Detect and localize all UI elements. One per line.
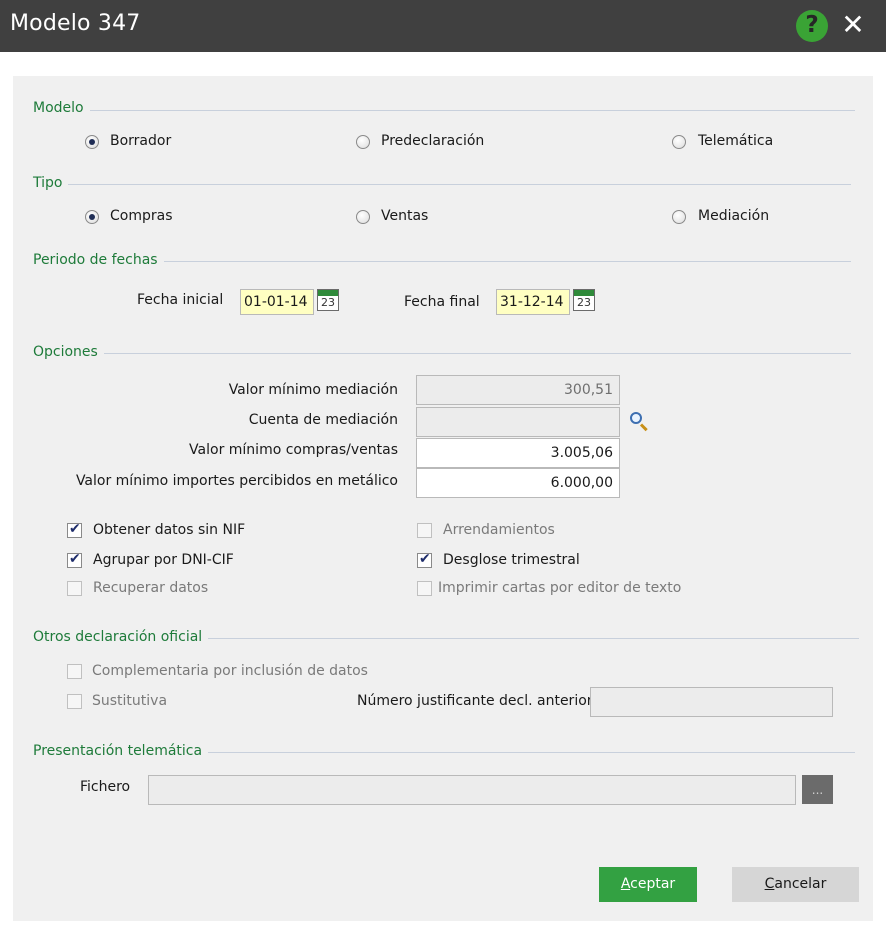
checkbox-recuperar-datos xyxy=(67,581,82,596)
valor-minimo-metalico-field[interactable]: 6.000,00 xyxy=(416,468,620,498)
fecha-final-input[interactable]: 31-12-14 xyxy=(496,289,570,315)
aceptar-mnemonic: A xyxy=(620,876,631,892)
radio-ventas-label[interactable]: Ventas xyxy=(381,208,428,224)
cancelar-mnemonic: C xyxy=(764,876,775,892)
cancelar-button[interactable]: Cancelar xyxy=(732,867,859,902)
checkbox-agrupar-dni-cif-label[interactable]: Agrupar por DNI-CIF xyxy=(93,552,234,568)
browse-file-button[interactable]: ... xyxy=(802,775,833,804)
modelo-divider xyxy=(33,110,855,111)
aceptar-label: ceptar xyxy=(630,876,676,892)
help-icon[interactable]: ? xyxy=(796,10,828,42)
opciones-divider xyxy=(33,353,851,354)
checkbox-agrupar-dni-cif[interactable] xyxy=(67,551,82,568)
calendar-day: 23 xyxy=(577,296,591,309)
fecha-inicial-input[interactable]: 01-01-14 xyxy=(240,289,314,315)
numero-justificante-label: Número justificante decl. anterior xyxy=(357,693,593,709)
valor-minimo-compras-field[interactable]: 3.005,06 xyxy=(416,438,620,468)
checkbox-desglose-trimestral-label[interactable]: Desglose trimestral xyxy=(443,552,580,568)
title-bar: Modelo 347 ? ✕ xyxy=(0,0,886,52)
valor-minimo-mediacion-label: Valor mínimo mediación xyxy=(228,382,398,398)
checkbox-sustitutiva xyxy=(67,694,82,709)
fichero-field xyxy=(148,775,796,805)
aceptar-button[interactable]: Aceptar xyxy=(599,867,697,902)
fecha-final-label: Fecha final xyxy=(404,294,480,310)
numero-justificante-field xyxy=(590,687,833,717)
checkbox-complementaria-label: Complementaria por inclusión de datos xyxy=(92,663,368,679)
otros-section-title: Otros declaración oficial xyxy=(33,629,209,645)
radio-borrador-label[interactable]: Borrador xyxy=(110,133,171,149)
valor-minimo-compras-label: Valor mínimo compras/ventas xyxy=(189,442,398,458)
fecha-inicial-label: Fecha inicial xyxy=(137,292,224,308)
tipo-section-title: Tipo xyxy=(33,175,69,191)
search-icon[interactable] xyxy=(628,410,650,432)
presentacion-section-title: Presentación telemática xyxy=(33,743,209,759)
checkbox-obtener-datos-sin-nif[interactable] xyxy=(67,521,82,538)
calendar-icon-final[interactable]: 23 xyxy=(573,289,595,311)
radio-mediacion-label[interactable]: Mediación xyxy=(698,208,769,224)
radio-predeclaracion-label[interactable]: Predeclaración xyxy=(381,133,484,149)
calendar-day: 23 xyxy=(321,296,335,309)
close-icon[interactable]: ✕ xyxy=(838,8,868,42)
checkbox-complementaria xyxy=(67,664,82,679)
radio-mediacion[interactable] xyxy=(672,210,686,224)
checkbox-imprimir-cartas-label: Imprimir cartas por editor de texto xyxy=(438,580,682,596)
cuenta-mediacion-label: Cuenta de mediación xyxy=(248,412,398,428)
radio-telematica-label[interactable]: Telemática xyxy=(698,133,773,149)
checkbox-arrendamientos xyxy=(417,523,432,538)
cancelar-label: ancelar xyxy=(774,876,827,892)
tipo-divider xyxy=(33,184,851,185)
valor-minimo-mediacion-field: 300,51 xyxy=(416,375,620,405)
checkbox-obtener-datos-sin-nif-label[interactable]: Obtener datos sin NIF xyxy=(93,522,245,538)
checkbox-imprimir-cartas xyxy=(417,581,432,596)
radio-telematica[interactable] xyxy=(672,135,686,149)
calendar-icon-inicial[interactable]: 23 xyxy=(317,289,339,311)
radio-borrador[interactable] xyxy=(85,135,99,149)
radio-ventas[interactable] xyxy=(356,210,370,224)
valor-minimo-metalico-label: Valor mínimo importes percibidos en metá… xyxy=(75,473,398,489)
dialog-panel: Modelo Borrador Predeclaración Telemátic… xyxy=(13,76,873,921)
radio-compras-label[interactable]: Compras xyxy=(110,208,173,224)
radio-compras[interactable] xyxy=(85,210,99,224)
modelo-section-title: Modelo xyxy=(33,100,90,116)
fichero-label: Fichero xyxy=(80,779,131,795)
opciones-section-title: Opciones xyxy=(33,344,104,360)
cuenta-mediacion-field xyxy=(416,407,620,437)
radio-predeclaracion[interactable] xyxy=(356,135,370,149)
checkbox-desglose-trimestral[interactable] xyxy=(417,551,432,568)
periodo-section-title: Periodo de fechas xyxy=(33,252,164,268)
window-title: Modelo 347 xyxy=(10,11,141,36)
checkbox-arrendamientos-label: Arrendamientos xyxy=(443,522,555,538)
help-glyph: ? xyxy=(805,12,819,38)
checkbox-recuperar-datos-label: Recuperar datos xyxy=(93,580,209,596)
checkbox-sustitutiva-label: Sustitutiva xyxy=(92,693,168,709)
